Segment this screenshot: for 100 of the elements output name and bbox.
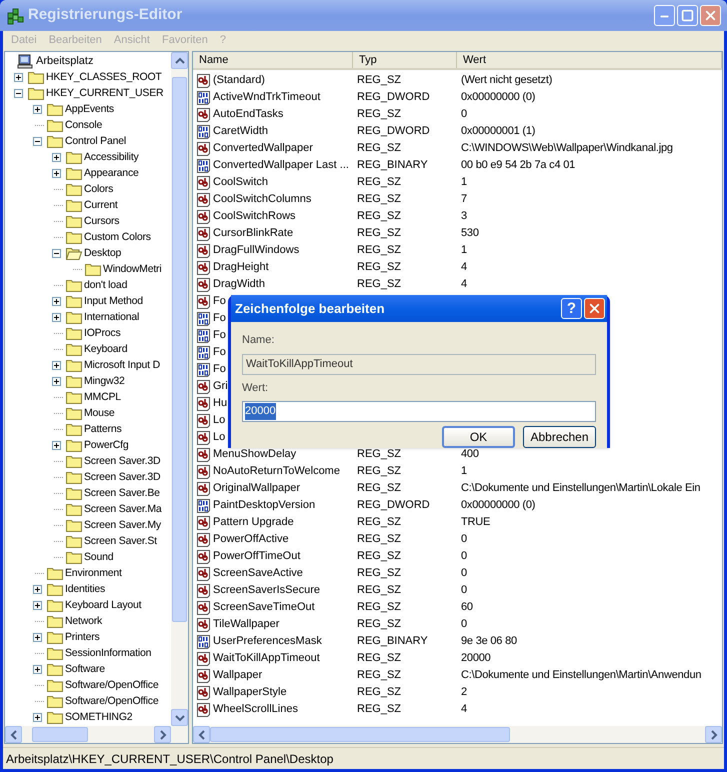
tree-item[interactable]: Screen Saver.My	[84, 518, 161, 532]
value-name[interactable]: Fo	[213, 293, 226, 310]
tree-item[interactable]: HKEY_CURRENT_USER	[46, 86, 164, 100]
value-name[interactable]: ConvertedWallpaper Last ...	[213, 157, 349, 174]
scroll-arrow-button[interactable]	[171, 709, 188, 726]
value-name[interactable]: DragWidth	[213, 276, 265, 293]
scroll-thumb[interactable]	[210, 727, 510, 742]
tree-item[interactable]: Screen Saver.Ma	[84, 502, 162, 516]
tree-item[interactable]: SOMETHING2	[65, 710, 132, 724]
expand-icon[interactable]	[52, 168, 60, 178]
value-name[interactable]: MenuShowDelay	[213, 446, 296, 463]
expand-icon[interactable]	[32, 584, 42, 594]
tree-item[interactable]: Desktop	[84, 246, 122, 260]
value-name[interactable]: Fo	[213, 310, 226, 327]
value-name[interactable]: (Standard)	[213, 72, 265, 89]
vertical-scrollbar[interactable]	[171, 52, 188, 726]
tree-item[interactable]: don't load	[84, 278, 128, 292]
tree-item[interactable]: Keyboard	[84, 342, 128, 356]
value-name[interactable]: WheelScrollLines	[213, 701, 298, 718]
value-name[interactable]: PowerOffActive	[213, 531, 289, 548]
tree-item[interactable]: Network	[65, 614, 102, 628]
expand-icon[interactable]	[32, 664, 42, 674]
expand-icon[interactable]	[52, 312, 60, 322]
tree-item[interactable]: Control Panel	[65, 134, 126, 148]
expand-icon[interactable]	[32, 104, 42, 114]
value-name[interactable]: ScreenSaveActive	[213, 565, 303, 582]
tree-item[interactable]: SessionInformation	[65, 646, 152, 660]
value-name[interactable]: PowerOffTimeOut	[213, 548, 300, 565]
value-name[interactable]: CoolSwitchRows	[213, 208, 296, 225]
tree-item[interactable]: Mingw32	[84, 374, 125, 388]
value-name[interactable]: Fo	[213, 327, 226, 344]
tree-item[interactable]: Appearance	[84, 166, 139, 180]
tree-item[interactable]: AppEvents	[65, 102, 114, 116]
value-name[interactable]: PaintDesktopVersion	[213, 497, 316, 514]
close-button[interactable]	[584, 298, 605, 319]
value-name[interactable]: ActiveWndTrkTimeout	[213, 89, 320, 106]
value-name[interactable]: Fo	[213, 344, 226, 361]
expand-icon[interactable]	[52, 152, 60, 162]
tree-item[interactable]: Printers	[65, 630, 100, 644]
tree-item[interactable]: Software	[65, 662, 105, 676]
tree-item[interactable]: Environment	[65, 566, 122, 580]
value-name[interactable]: WaitToKillAppTimeout	[213, 650, 320, 667]
scroll-thumb[interactable]	[32, 727, 88, 742]
tree-item[interactable]: Patterns	[84, 422, 122, 436]
tree-item[interactable]: International	[84, 310, 140, 324]
tree-item[interactable]: Microsoft Input D	[84, 358, 160, 372]
expand-icon[interactable]	[52, 296, 60, 306]
value-name[interactable]: ScreenSaverIsSecure	[213, 582, 320, 599]
value-name[interactable]: TileWallpaper	[213, 616, 280, 633]
tree-item[interactable]: Input Method	[84, 294, 143, 308]
value-name[interactable]: Pattern Upgrade	[213, 514, 294, 531]
expand-icon[interactable]	[32, 632, 42, 642]
value-name[interactable]: DragFullWindows	[213, 242, 300, 259]
collapse-icon[interactable]	[52, 248, 60, 258]
column-header[interactable]: Name	[193, 52, 353, 68]
tree-item[interactable]: Mouse	[84, 406, 115, 420]
value-name[interactable]: ConvertedWallpaper	[213, 140, 313, 157]
tree-item[interactable]: Accessibility	[84, 150, 139, 164]
tree-item[interactable]: PowerCfg	[84, 438, 129, 452]
horizontal-scrollbar[interactable]	[5, 726, 188, 743]
tree-item[interactable]: Cursors	[84, 214, 120, 228]
value-name[interactable]: DragHeight	[213, 259, 269, 276]
tree-item[interactable]: Screen Saver.St	[84, 534, 157, 548]
value-name[interactable]: CoolSwitch	[213, 174, 268, 191]
collapse-icon[interactable]	[32, 136, 42, 146]
value-field[interactable]: 20000	[242, 401, 596, 422]
dialog-button[interactable]: Abbrechen	[523, 426, 596, 448]
tree-item[interactable]: Colors	[84, 182, 114, 196]
value-name[interactable]: OriginalWallpaper	[213, 480, 300, 497]
value-name[interactable]: NoAutoReturnToWelcome	[213, 463, 340, 480]
value-name[interactable]: Hu	[213, 395, 228, 412]
collapse-icon[interactable]	[14, 88, 22, 98]
scroll-arrow-button[interactable]	[154, 726, 171, 743]
tree-item[interactable]: Screen Saver.3D	[84, 454, 160, 468]
tree-item[interactable]: Custom Colors	[84, 230, 151, 244]
expand-icon[interactable]	[32, 600, 42, 610]
tree-root[interactable]: Arbeitsplatz	[36, 52, 94, 70]
value-name[interactable]: CoolSwitchColumns	[213, 191, 312, 208]
value-name[interactable]: CaretWidth	[213, 123, 268, 140]
close-button[interactable]	[700, 5, 721, 26]
scroll-arrow-button[interactable]	[5, 726, 22, 743]
tree-item[interactable]: Keyboard Layout	[65, 598, 142, 612]
tree-item[interactable]: Console	[65, 118, 102, 132]
scroll-arrow-button[interactable]	[705, 726, 722, 743]
value-name[interactable]: WallpaperStyle	[213, 684, 287, 701]
column-header[interactable]: Wert	[457, 52, 722, 68]
help-button[interactable]: ?	[561, 298, 582, 319]
expand-icon[interactable]	[32, 712, 42, 722]
expand-icon[interactable]	[52, 360, 60, 370]
scroll-arrow-button[interactable]	[193, 726, 210, 743]
tree-item[interactable]: Sound	[84, 550, 114, 564]
value-name[interactable]: ScreenSaveTimeOut	[213, 599, 315, 616]
tree-item[interactable]: WindowMetri	[103, 262, 162, 276]
tree-item[interactable]: Current	[84, 198, 118, 212]
tree-item[interactable]: Screen Saver.Be	[84, 486, 160, 500]
dialog-button[interactable]: OK	[442, 426, 515, 448]
tree-item[interactable]: Identities	[65, 582, 106, 596]
value-name[interactable]: UserPreferencesMask	[213, 633, 322, 650]
tree-item[interactable]: Screen Saver.3D	[84, 470, 160, 484]
expand-icon[interactable]	[52, 376, 60, 386]
